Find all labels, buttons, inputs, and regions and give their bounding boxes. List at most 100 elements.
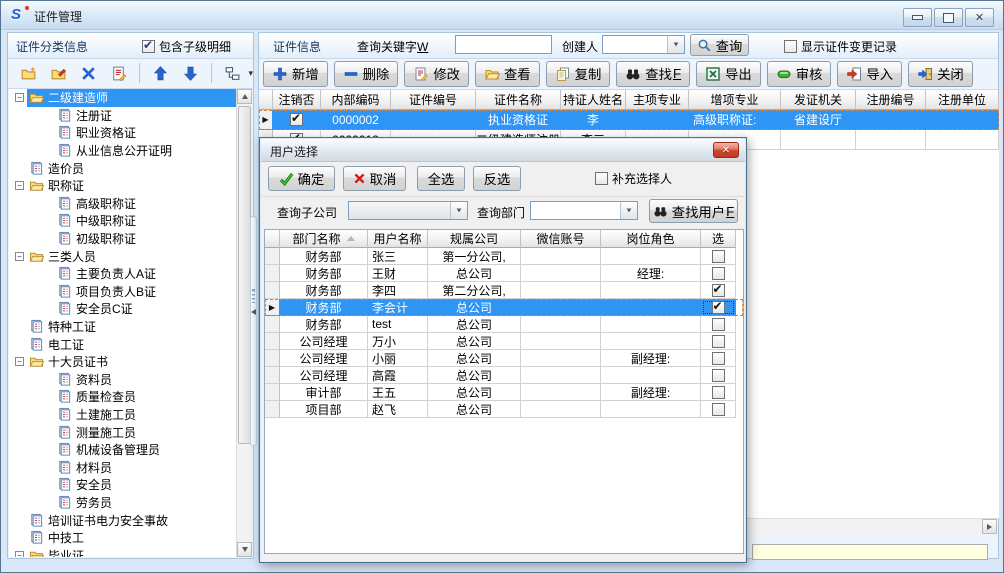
tree-item-主要负责人A证[interactable]: 主要负责人A证 <box>9 265 236 283</box>
move-down-button[interactable] <box>178 60 203 86</box>
column-header-发证机关[interactable]: 发证机关 <box>781 90 856 110</box>
user-row-李会计[interactable]: ▶财务部李会计总公司 <box>265 299 743 316</box>
tree-expander[interactable]: − <box>15 252 24 261</box>
tree-item-劳务员[interactable]: 劳务员 <box>9 494 236 512</box>
tree-item-材料员[interactable]: 材料员 <box>9 458 236 476</box>
tree-item-高级职称证[interactable]: 高级职称证 <box>9 195 236 213</box>
certificate-row[interactable]: ▶0000002执业资格证李高级职称证:省建设厅 <box>259 110 999 130</box>
tree-item-安全员C证[interactable]: 安全员C证 <box>9 300 236 318</box>
user-row-万小[interactable]: 公司经理万小总公司 <box>265 333 743 350</box>
department-combobox[interactable] <box>530 201 638 220</box>
creator-combobox[interactable] <box>602 35 685 54</box>
select-all-button[interactable]: 全选 <box>417 166 465 191</box>
toolbar-close-door-button[interactable]: 关闭 <box>908 61 973 87</box>
tree-item-造价员[interactable]: 造价员 <box>9 159 236 177</box>
column-header-增项专业[interactable]: 增项专业 <box>689 90 781 110</box>
column-header-注销否[interactable]: 注销否 <box>273 90 321 110</box>
edit-folder-button[interactable] <box>46 60 71 86</box>
tree-expander[interactable]: − <box>15 551 24 557</box>
tree-expander[interactable]: − <box>15 357 24 366</box>
maximize-button[interactable] <box>934 8 963 27</box>
row-checkbox[interactable] <box>712 318 725 331</box>
tree-item-培训证书电力安全事故[interactable]: 培训证书电力安全事故 <box>9 511 236 529</box>
row-checkbox[interactable] <box>712 369 725 382</box>
user-row-李四[interactable]: 财务部李四第二分公司, <box>265 282 743 299</box>
user-row-张三[interactable]: 财务部张三第一分公司, <box>265 248 743 265</box>
invert-selection-button[interactable]: 反选 <box>473 166 521 191</box>
column-header-证件编号[interactable]: 证件编号 <box>391 90 476 110</box>
tree-item-从业信息公开证明[interactable]: 从业信息公开证明 <box>9 142 236 160</box>
toolbar-edit-note-button[interactable]: 修改 <box>404 61 469 87</box>
dropdown-arrow-icon[interactable] <box>450 202 467 219</box>
panel-splitter[interactable] <box>250 216 257 446</box>
column-header-内部编码[interactable]: 内部编码 <box>321 90 391 110</box>
tree-layout-button[interactable] <box>220 60 245 86</box>
tree-expander[interactable]: − <box>15 181 24 190</box>
tree-item-毕业证[interactable]: −毕业证 <box>9 546 236 557</box>
row-checkbox[interactable] <box>712 250 725 263</box>
search-button[interactable]: 查询 <box>690 34 749 56</box>
tree-item-职业资格证[interactable]: 职业资格证 <box>9 124 236 142</box>
toolbar-excel-button[interactable]: 导出 <box>696 61 761 87</box>
include-children-checkbox[interactable] <box>142 40 155 53</box>
dropdown-arrow-icon[interactable] <box>667 36 684 53</box>
row-checkbox[interactable] <box>712 352 725 365</box>
minimize-button[interactable] <box>903 8 932 27</box>
tree-item-中技工[interactable]: 中技工 <box>9 529 236 547</box>
column-header-岗位角色[interactable]: 岗位角色 <box>601 230 701 248</box>
user-row-赵飞[interactable]: 项目部赵飞总公司 <box>265 401 743 418</box>
toolbar-import-button[interactable]: 导入 <box>837 61 902 87</box>
subsidiary-combobox[interactable] <box>348 201 468 220</box>
tree-item-十大员证书[interactable]: −十大员证书 <box>9 353 236 371</box>
dialog-close-button[interactable]: ✕ <box>713 142 739 158</box>
toolbar-copy-button[interactable]: 复制 <box>546 61 611 87</box>
tree-item-安全员[interactable]: 安全员 <box>9 476 236 494</box>
tree-item-二级建造师[interactable]: −二级建造师 <box>9 89 236 107</box>
tree-item-测量施工员[interactable]: 测量施工员 <box>9 423 236 441</box>
scroll-up-button[interactable] <box>237 89 252 104</box>
scroll-down-button[interactable] <box>237 542 252 557</box>
tree-item-职称证[interactable]: −职称证 <box>9 177 236 195</box>
scroll-right-button[interactable] <box>982 519 997 534</box>
rename-note-button[interactable] <box>106 60 131 86</box>
column-header-注册单位[interactable]: 注册单位 <box>926 90 999 110</box>
row-checkbox[interactable] <box>290 113 303 126</box>
column-header-选[interactable]: 选 <box>701 230 736 248</box>
close-button[interactable]: ✕ <box>965 8 994 27</box>
user-row-王财[interactable]: 财务部王财总公司经理: <box>265 265 743 282</box>
toolbar-folder-open-button[interactable]: 查看 <box>475 61 540 87</box>
find-user-button[interactable]: 查找用户F <box>649 199 738 223</box>
column-header-注册编号[interactable]: 注册编号 <box>856 90 926 110</box>
tree-item-土建施工员[interactable]: 土建施工员 <box>9 406 236 424</box>
column-header-微信账号[interactable]: 微信账号 <box>521 230 601 248</box>
tree-expander[interactable]: − <box>15 93 24 102</box>
tree-item-注册证[interactable]: 注册证 <box>9 107 236 125</box>
chevron-down-icon[interactable]: ▾ <box>248 68 253 79</box>
tree-item-三类人员[interactable]: −三类人员 <box>9 247 236 265</box>
tree-item-电工证[interactable]: 电工证 <box>9 335 236 353</box>
user-row-王五[interactable]: 审计部王五总公司副经理: <box>265 384 743 401</box>
delete-button[interactable] <box>76 60 101 86</box>
row-checkbox[interactable] <box>712 335 725 348</box>
cancel-button[interactable]: 取消 <box>343 166 406 191</box>
tree-item-机械设备管理员[interactable]: 机械设备管理员 <box>9 441 236 459</box>
ok-button[interactable]: 确定 <box>268 166 335 191</box>
tree-item-资料员[interactable]: 资料员 <box>9 371 236 389</box>
column-header-规属公司[interactable]: 规属公司 <box>428 230 521 248</box>
dropdown-arrow-icon[interactable] <box>620 202 637 219</box>
tree-item-项目负责人B证[interactable]: 项目负责人B证 <box>9 283 236 301</box>
new-folder-button[interactable] <box>16 60 41 86</box>
tree-item-初级职称证[interactable]: 初级职称证 <box>9 230 236 248</box>
row-checkbox[interactable] <box>712 403 725 416</box>
toolbar-minus-button[interactable]: 删除 <box>334 61 399 87</box>
row-checkbox[interactable] <box>712 267 725 280</box>
toolbar-plus-button[interactable]: 新增 <box>263 61 328 87</box>
row-checkbox[interactable] <box>712 301 725 314</box>
show-change-records-checkbox[interactable] <box>784 40 797 53</box>
tree-item-特种工证[interactable]: 特种工证 <box>9 318 236 336</box>
column-header-用户名称[interactable]: 用户名称 <box>368 230 428 248</box>
move-up-button[interactable] <box>148 60 173 86</box>
row-checkbox[interactable] <box>712 284 725 297</box>
column-header-证件名称[interactable]: 证件名称 <box>476 90 561 110</box>
column-header-持证人姓名[interactable]: 持证人姓名 <box>561 90 626 110</box>
